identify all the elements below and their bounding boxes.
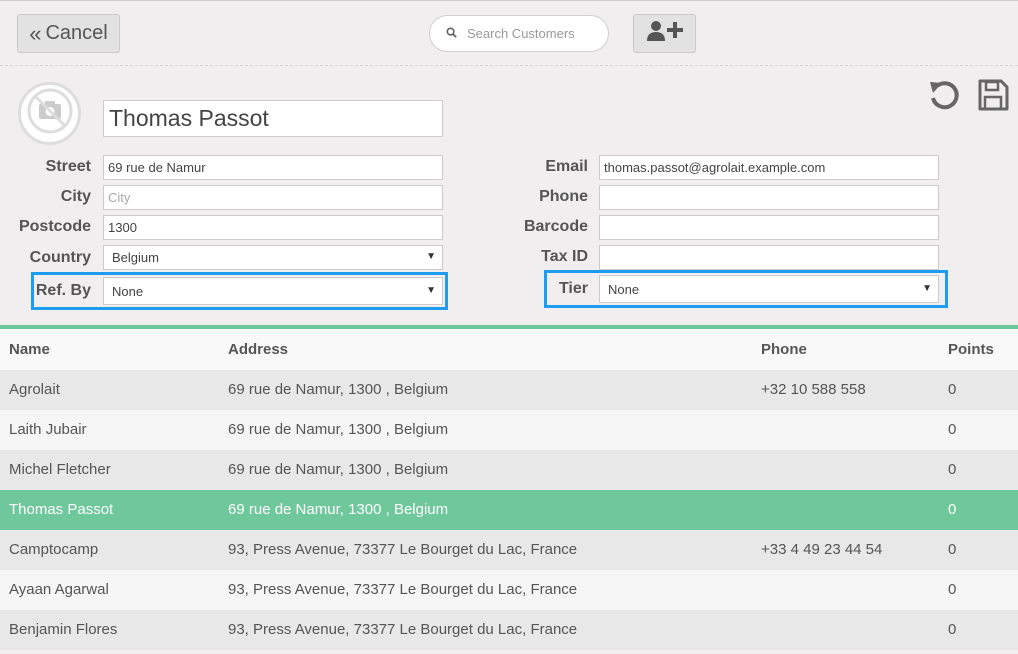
phone-label: Phone [539, 188, 588, 205]
refby-select[interactable]: None ▼ [103, 277, 443, 305]
customer-name: Agrolait [9, 381, 60, 398]
email-label: Email [545, 158, 588, 175]
customer-address: 69 rue de Namur, 1300 , Belgium [228, 381, 449, 398]
customer-row-selected[interactable]: Thomas Passot 69 rue de Namur, 1300 , Be… [0, 490, 1018, 530]
customer-name: Michel Fletcher [9, 461, 111, 478]
caret-down-icon: ▼ [922, 283, 932, 294]
search-box[interactable] [429, 15, 609, 52]
customer-points: 0 [948, 421, 957, 438]
search-input[interactable] [467, 26, 597, 41]
postcode-field[interactable] [103, 215, 443, 240]
tier-value: None [608, 281, 640, 297]
email-field[interactable] [599, 155, 939, 180]
tier-label: Tier [558, 280, 588, 297]
header-name: Name [9, 341, 50, 358]
customer-address: 69 rue de Namur, 1300 , Belgium [228, 461, 449, 478]
customer-points: 0 [948, 501, 957, 518]
customer-row[interactable]: Agrolait 69 rue de Namur, 1300 , Belgium… [0, 370, 1018, 410]
undo-icon [927, 78, 961, 117]
undo-button[interactable] [926, 79, 962, 115]
customer-name: Ayaan Agarwal [9, 581, 109, 598]
customer-address: 93, Press Avenue, 73377 Le Bourget du La… [228, 621, 578, 638]
refby-label: Ref. By [35, 282, 91, 299]
refby-value: None [112, 283, 144, 299]
taxid-label: Tax ID [541, 248, 588, 265]
header-phone: Phone [761, 341, 807, 358]
header-points: Points [948, 341, 994, 358]
country-select[interactable]: Belgium ▼ [103, 245, 443, 270]
customer-name-field[interactable] [103, 100, 443, 137]
street-label: Street [45, 158, 91, 175]
customer-points: 0 [948, 461, 957, 478]
street-field[interactable] [103, 155, 443, 180]
add-customer-button[interactable] [633, 14, 696, 53]
country-label: Country [29, 249, 91, 266]
cancel-label: Cancel [45, 22, 108, 44]
top-bar: « Cancel [0, 0, 1018, 66]
customer-name: Benjamin Flores [9, 621, 118, 638]
customer-points: 0 [948, 541, 957, 558]
save-button[interactable] [975, 79, 1011, 115]
customer-name: Laith Jubair [9, 421, 87, 438]
tier-select[interactable]: None ▼ [599, 275, 939, 303]
postcode-label: Postcode [18, 218, 91, 235]
double-chevron-left-icon: « [29, 20, 42, 46]
customer-address: 93, Press Avenue, 73377 Le Bourget du La… [228, 581, 578, 598]
taxid-field[interactable] [599, 245, 939, 270]
customer-name: Thomas Passot [9, 501, 114, 518]
caret-down-icon: ▼ [426, 285, 436, 296]
caret-down-icon: ▼ [426, 251, 436, 262]
header-address: Address [228, 341, 289, 358]
country-value: Belgium [112, 250, 159, 265]
no-photo-icon [26, 87, 74, 140]
customer-points: 0 [948, 581, 957, 598]
phone-field[interactable] [599, 185, 939, 210]
customer-list-header: Name Address Phone Points [0, 329, 1018, 370]
barcode-label: Barcode [523, 218, 588, 235]
barcode-field[interactable] [599, 215, 939, 240]
cancel-button[interactable]: « Cancel [17, 14, 120, 53]
customer-details: Street City Postcode Country Belgium ▼ R… [0, 67, 1018, 325]
city-label: City [60, 188, 91, 205]
top-border [0, 0, 1018, 1]
customer-address: 69 rue de Namur, 1300 , Belgium [228, 421, 449, 438]
customer-points: 0 [948, 621, 957, 638]
customer-phone: +32 10 588 558 [761, 381, 866, 398]
customer-row[interactable]: Camptocamp 93, Press Avenue, 73377 Le Bo… [0, 530, 1018, 570]
customer-name: Camptocamp [9, 541, 99, 558]
customer-points: 0 [948, 381, 957, 398]
save-icon [977, 78, 1009, 117]
customer-row[interactable]: Benjamin Flores 93, Press Avenue, 73377 … [0, 610, 1018, 650]
add-user-icon [646, 20, 684, 47]
customer-row[interactable]: Laith Jubair 69 rue de Namur, 1300 , Bel… [0, 410, 1018, 450]
city-field[interactable] [103, 185, 443, 210]
customer-avatar[interactable] [18, 82, 81, 145]
customer-row[interactable]: Michel Fletcher 69 rue de Namur, 1300 , … [0, 450, 1018, 490]
customer-phone: +33 4 49 23 44 54 [761, 541, 883, 558]
search-icon [446, 25, 457, 43]
customer-address: 93, Press Avenue, 73377 Le Bourget du La… [228, 541, 578, 558]
customer-row[interactable]: Ayaan Agarwal 93, Press Avenue, 73377 Le… [0, 570, 1018, 610]
customer-address: 69 rue de Namur, 1300 , Belgium [228, 501, 449, 518]
